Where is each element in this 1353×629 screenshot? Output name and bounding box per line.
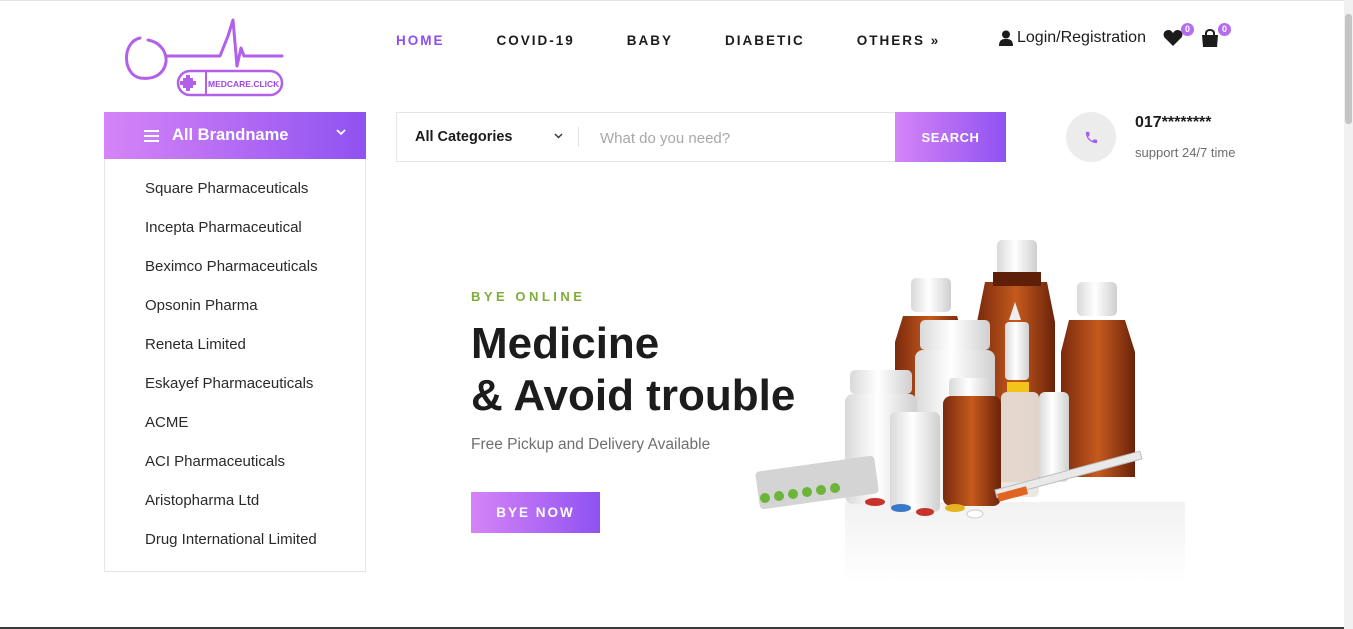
login-link[interactable]: Login/Registration xyxy=(999,29,1146,47)
hero-subtitle: Free Pickup and Delivery Available xyxy=(471,436,711,453)
brand-item-acme[interactable]: ACME xyxy=(145,414,188,431)
cart-count-badge: 0 xyxy=(1218,23,1231,36)
heart-icon xyxy=(1163,30,1183,46)
medicine-bottles-image xyxy=(755,240,1185,582)
wishlist-count-badge: 0 xyxy=(1181,23,1194,36)
chevron-down-icon xyxy=(336,129,346,136)
brand-item-aristopharma[interactable]: Aristopharma Ltd xyxy=(145,492,259,509)
search-button[interactable]: SEARCH xyxy=(895,112,1006,162)
all-brandname-toggle[interactable]: All Brandname xyxy=(104,112,366,159)
brand-list: Square Pharmaceuticals Incepta Pharmaceu… xyxy=(104,159,366,572)
scrollbar-thumb[interactable] xyxy=(1345,14,1352,124)
brand-item-square[interactable]: Square Pharmaceuticals xyxy=(145,180,308,197)
shopping-bag-icon xyxy=(1202,28,1218,47)
page-scrollbar[interactable] xyxy=(1344,0,1353,629)
wishlist-button[interactable]: 0 xyxy=(1163,23,1194,52)
login-label: Login/Registration xyxy=(1017,29,1146,46)
cart-button[interactable]: 0 xyxy=(1201,23,1231,53)
nav-others[interactable]: OTHERS » xyxy=(857,33,941,48)
brand-item-beximco[interactable]: Beximco Pharmaceuticals xyxy=(145,258,318,275)
menu-bars-icon xyxy=(144,129,159,142)
logo-text: MEDCARE.CLICK xyxy=(208,79,280,89)
phone-icon xyxy=(1085,131,1097,143)
phone-icon-circle xyxy=(1066,112,1116,162)
all-brandname-title: All Brandname xyxy=(172,126,289,144)
phone-number: 017******** xyxy=(1135,114,1212,131)
brand-item-aci[interactable]: ACI Pharmaceuticals xyxy=(145,453,285,470)
hero-kicker: BYE ONLINE xyxy=(471,289,586,304)
main-nav: HOME COVID-19 BABY DIABETIC OTHERS » xyxy=(396,33,992,48)
support-note: support 24/7 time xyxy=(1135,145,1236,160)
brand-item-drug-international[interactable]: Drug International Limited xyxy=(145,531,317,548)
search-input[interactable] xyxy=(598,126,882,150)
user-icon xyxy=(999,30,1013,46)
top-border xyxy=(0,0,1353,1)
nav-home[interactable]: HOME xyxy=(396,33,445,48)
search-bar: All Categories SEARCH xyxy=(396,112,1006,162)
category-select[interactable]: All Categories xyxy=(415,129,513,145)
divider xyxy=(578,127,579,147)
medcare-logo[interactable]: MEDCARE.CLICK xyxy=(120,16,290,100)
nav-diabetic[interactable]: DIABETIC xyxy=(725,33,805,48)
bye-now-button[interactable]: BYE NOW xyxy=(471,492,600,533)
nav-covid-19[interactable]: COVID-19 xyxy=(497,33,575,48)
brand-item-opsonin[interactable]: Opsonin Pharma xyxy=(145,297,258,314)
brand-item-reneta[interactable]: Reneta Limited xyxy=(145,336,246,353)
nav-baby[interactable]: BABY xyxy=(627,33,673,48)
brand-item-incepta[interactable]: Incepta Pharmaceutical xyxy=(145,219,302,236)
brand-item-eskayef[interactable]: Eskayef Pharmaceuticals xyxy=(145,375,313,392)
chevron-down-icon xyxy=(554,133,563,139)
